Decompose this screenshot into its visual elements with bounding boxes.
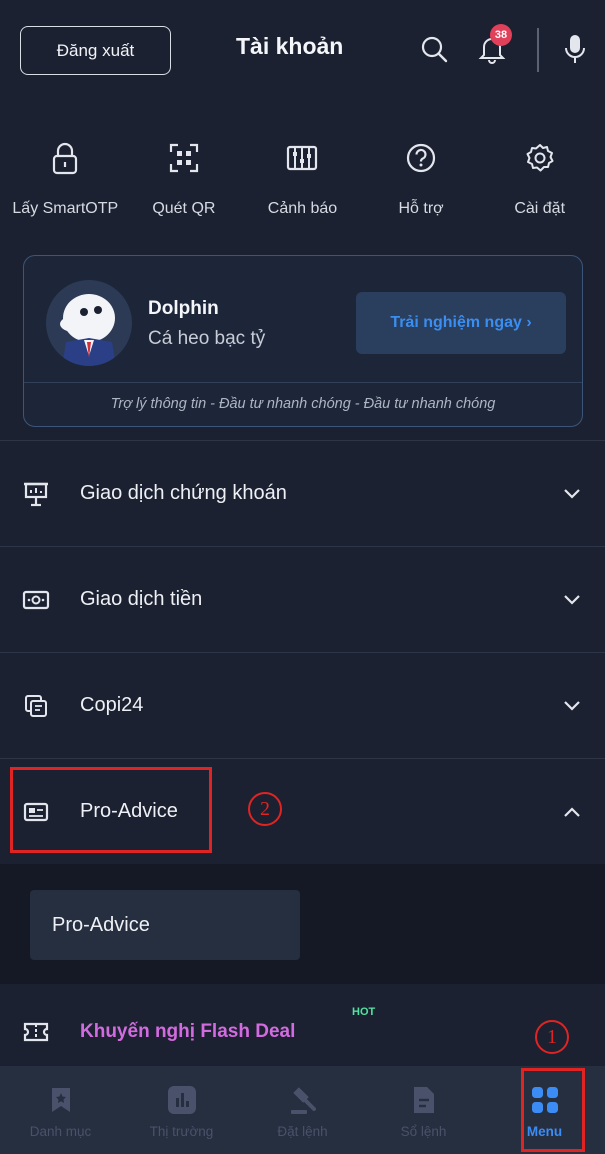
submenu-item-pro-advice[interactable]: Pro-Advice [30, 890, 300, 960]
annotation-box-menu [521, 1068, 585, 1152]
bar-chart-icon [167, 1084, 197, 1116]
card-divider [24, 382, 582, 383]
menu-item-label: Copi24 [80, 694, 144, 716]
dolphin-tagline: Trợ lý thông tin - Đầu tư nhanh chóng - … [110, 396, 496, 412]
search-icon[interactable] [416, 30, 452, 68]
chevron-up-icon [561, 801, 583, 823]
nav-label: Danh mục [29, 1124, 92, 1139]
notification-badge: 38 [490, 24, 512, 46]
help-icon [401, 138, 441, 178]
quick-action-alerts[interactable]: Cảnh báo [243, 138, 362, 240]
header-divider [537, 28, 539, 72]
menu-item-label: Giao dịch chứng khoán [80, 482, 287, 504]
quick-action-label: Cảnh báo [267, 200, 338, 217]
flash-deal-label: Khuyến nghị Flash Deal [80, 1020, 296, 1042]
copy-icon [22, 692, 50, 720]
logout-button[interactable]: Đăng xuất [20, 26, 171, 75]
lock-icon [45, 138, 85, 178]
chevron-down-icon [561, 589, 583, 611]
qr-scan-icon [164, 138, 204, 178]
quick-action-label: Quét QR [152, 200, 216, 217]
quick-action-label: Cài đặt [514, 200, 566, 217]
page-title: Tài khoản [236, 33, 344, 59]
quick-action-settings[interactable]: Cài đặt [480, 138, 599, 240]
dolphin-name: Dolphin [148, 298, 219, 319]
gavel-icon [288, 1084, 318, 1116]
quick-action-label: Lấy SmartOTP [12, 200, 119, 217]
nav-place-order[interactable]: Đặt lệnh [242, 1066, 363, 1154]
hot-badge: HOT [352, 1006, 376, 1018]
quick-actions: Lấy SmartOTP Quét QR Cảnh báo Hỗ trợ Cài… [0, 98, 605, 240]
nav-label: Thị trường [149, 1124, 214, 1139]
chevron-down-icon [561, 483, 583, 505]
dolphin-subtitle: Cá heo bạc tỷ [148, 328, 266, 349]
microphone-icon[interactable] [557, 30, 593, 68]
nav-label: Sổ lệnh [400, 1124, 447, 1139]
menu-list: Giao dịch chứng khoán Giao dịch tiền Cop… [0, 440, 605, 1079]
nav-label: Đặt lệnh [277, 1124, 328, 1139]
menu-item-flash-deal[interactable]: Khuyến nghị Flash Deal HOT [0, 984, 605, 1079]
pro-advice-submenu: Pro-Advice [0, 864, 605, 984]
quick-action-support[interactable]: Hỗ trợ [362, 138, 481, 240]
bottom-nav: Danh mục Thị trường Đặt lệnh Sổ lệnh Men… [0, 1066, 605, 1154]
presentation-icon [22, 480, 50, 508]
bookmark-icon [46, 1084, 76, 1116]
annotation-box-pro-advice [10, 767, 212, 853]
nav-order-book[interactable]: Sổ lệnh [363, 1066, 484, 1154]
nav-watchlist[interactable]: Danh mục [0, 1066, 121, 1154]
quick-action-qr[interactable]: Quét QR [125, 138, 244, 240]
bell-icon[interactable]: 38 [474, 24, 512, 68]
sliders-icon [282, 138, 322, 178]
ticket-icon [22, 1018, 50, 1046]
annotation-step-2: 2 [248, 792, 282, 826]
menu-item-label: Giao dịch tiền [80, 588, 203, 610]
menu-item-securities-trading[interactable]: Giao dịch chứng khoán [0, 440, 605, 546]
nav-market[interactable]: Thị trường [121, 1066, 242, 1154]
quick-action-label: Hỗ trợ [398, 200, 444, 217]
cash-icon [22, 586, 50, 614]
app-header: Đăng xuất Tài khoản 38 [0, 0, 605, 98]
quick-action-smartotp[interactable]: Lấy SmartOTP [6, 138, 125, 240]
menu-item-cash-trading[interactable]: Giao dịch tiền [0, 546, 605, 652]
dolphin-avatar [46, 280, 132, 366]
gear-icon [520, 138, 560, 178]
chevron-down-icon [561, 695, 583, 717]
dolphin-card: Dolphin Cá heo bạc tỷ Trải nghiệm ngay ›… [23, 255, 583, 427]
document-icon [409, 1084, 439, 1116]
annotation-step-1: 1 [535, 1020, 569, 1054]
menu-item-copi24[interactable]: Copi24 [0, 652, 605, 758]
try-now-button[interactable]: Trải nghiệm ngay › [356, 292, 566, 354]
